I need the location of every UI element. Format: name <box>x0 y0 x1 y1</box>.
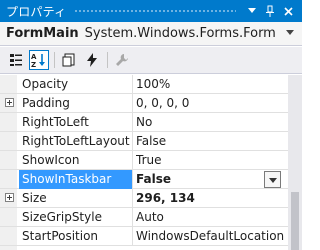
column-divider <box>132 132 133 151</box>
chevron-down-icon <box>268 177 277 183</box>
property-name: SizeGripStyle <box>22 210 102 224</box>
property-name: Opacity <box>22 77 69 91</box>
property-row-startposition[interactable]: StartPosition WindowsDefaultLocation <box>0 227 288 246</box>
property-row-righttoleftlayout[interactable]: RightToLeftLayout False <box>0 132 288 151</box>
property-value[interactable]: Auto <box>136 208 286 227</box>
vertical-scrollbar[interactable] <box>288 75 302 250</box>
property-value[interactable]: True <box>136 151 286 170</box>
property-name: StartPosition <box>22 229 99 243</box>
property-name: ShowInTaskbar <box>19 170 132 189</box>
svg-text:A: A <box>31 53 37 61</box>
column-divider <box>132 170 133 189</box>
property-row-size[interactable]: Size 296, 134 <box>0 189 288 208</box>
object-name: FormMain <box>6 26 79 41</box>
property-value[interactable]: False <box>136 132 286 151</box>
property-row-opacity[interactable]: Opacity 100% <box>0 75 288 94</box>
column-divider <box>132 208 133 227</box>
dropdown-arrow-icon[interactable] <box>244 0 260 22</box>
scrollbar-thumb[interactable] <box>291 192 299 250</box>
toolbar-separator <box>54 52 55 68</box>
categorized-icon[interactable] <box>6 50 26 70</box>
property-name: ShowIcon <box>22 153 80 167</box>
property-name: RightToLeftLayout <box>22 134 130 148</box>
object-type: System.Windows.Forms.Form <box>84 26 276 41</box>
property-value[interactable]: No <box>136 113 286 132</box>
property-value[interactable]: 296, 134 <box>136 189 286 208</box>
properties-toolbar: A Z <box>0 47 302 74</box>
property-name: Size <box>22 191 47 205</box>
column-divider <box>132 189 133 208</box>
property-row-righttoleft[interactable]: RightToLeft No <box>0 113 288 132</box>
expand-plus-icon[interactable] <box>5 193 14 202</box>
property-value[interactable]: WindowsDefaultLocation <box>136 227 286 246</box>
property-row-padding[interactable]: Padding 0, 0, 0, 0 <box>0 94 288 113</box>
close-icon[interactable] <box>280 0 296 22</box>
titlebar-grip[interactable] <box>74 8 236 14</box>
toolbar-separator <box>107 52 108 68</box>
property-value[interactable]: 100% <box>136 75 286 94</box>
panel-title: プロパティ <box>6 4 67 19</box>
property-name: RightToLeft <box>22 115 89 129</box>
column-divider <box>132 94 133 113</box>
property-row-showicon[interactable]: ShowIcon True <box>0 151 288 170</box>
properties-titlebar: プロパティ <box>0 0 302 22</box>
expand-plus-icon[interactable] <box>5 98 14 107</box>
property-row-showintaskbar[interactable]: ShowInTaskbar False <box>0 170 288 189</box>
column-divider <box>132 113 133 132</box>
property-name: Padding <box>22 96 70 110</box>
column-divider <box>132 151 133 170</box>
properties-icon[interactable] <box>59 50 79 70</box>
column-divider <box>132 227 133 246</box>
events-icon[interactable] <box>82 50 102 70</box>
alphabetical-icon[interactable]: A Z <box>29 50 49 70</box>
object-selector-chevron-down-icon[interactable] <box>286 30 294 35</box>
object-selector[interactable]: FormMain System.Windows.Forms.Form <box>0 22 302 46</box>
property-pages-icon[interactable] <box>112 50 132 70</box>
value-dropdown-button[interactable] <box>264 171 281 188</box>
column-divider <box>132 75 133 94</box>
property-value[interactable]: 0, 0, 0, 0 <box>136 94 286 113</box>
property-grid: Opacity 100% Padding 0, 0, 0, 0 RightToL… <box>0 75 302 250</box>
pin-icon[interactable] <box>262 0 278 22</box>
svg-text:Z: Z <box>31 61 36 68</box>
property-row-sizegripstyle[interactable]: SizeGripStyle Auto <box>0 208 288 227</box>
